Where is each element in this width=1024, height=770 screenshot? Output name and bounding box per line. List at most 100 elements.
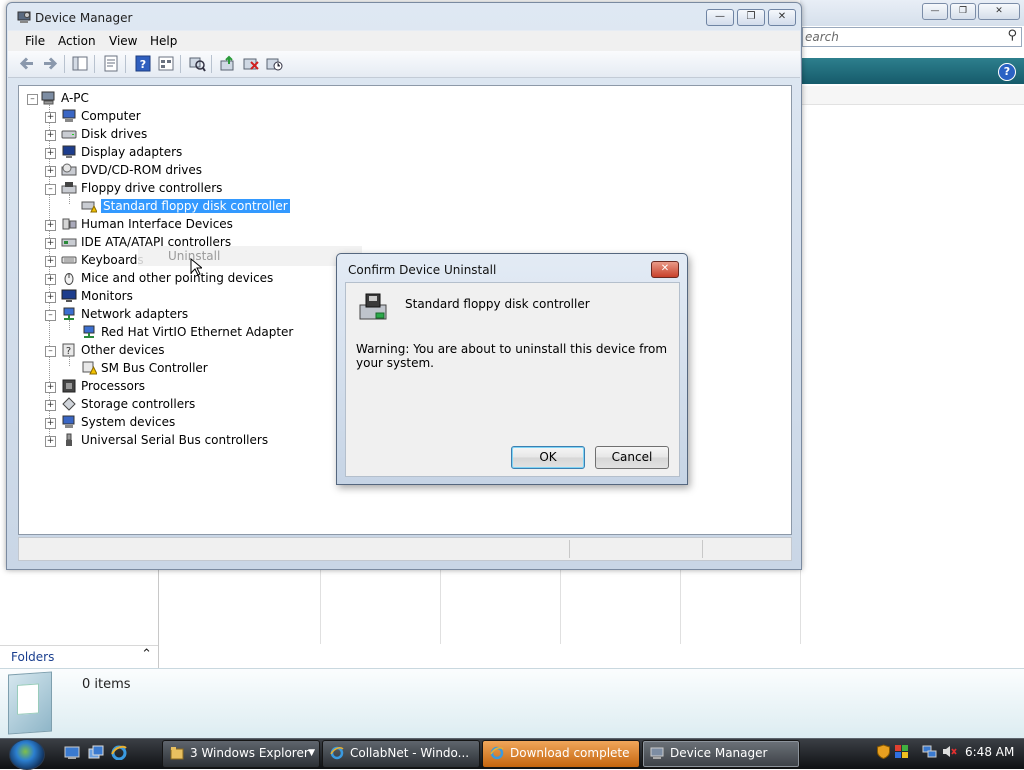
- search-placeholder: earch: [805, 30, 839, 44]
- expand-hid[interactable]: +: [45, 220, 56, 231]
- taskbar-windows-explorer[interactable]: 3 Windows Explorer ▼: [162, 740, 320, 768]
- expand-dvd-drives[interactable]: +: [45, 166, 56, 177]
- expand-disk-drives[interactable]: +: [45, 130, 56, 141]
- expand-display-adapters[interactable]: +: [45, 148, 56, 159]
- help-icon[interactable]: ?: [998, 63, 1016, 81]
- dialog-warning-text: Warning: You are about to uninstall this…: [356, 342, 668, 370]
- monitor-icon: [61, 289, 77, 302]
- expand-processors[interactable]: +: [45, 382, 56, 393]
- cancel-button[interactable]: Cancel: [595, 446, 669, 469]
- tree-item-dvd-drives[interactable]: DVD/CD-ROM drives: [61, 161, 202, 179]
- menu-file[interactable]: File: [25, 34, 45, 48]
- tree-item-display-adapters[interactable]: Display adapters: [61, 143, 182, 161]
- system-clock[interactable]: 6:48 AM: [965, 745, 1014, 759]
- display-adapter-icon: [62, 145, 76, 158]
- collapse-root-expander[interactable]: –: [27, 94, 38, 105]
- show-hide-console-tree-icon[interactable]: [71, 55, 89, 72]
- expand-usb-controllers[interactable]: +: [45, 436, 56, 447]
- tree-item-other-devices[interactable]: ? Other devices: [61, 341, 165, 359]
- dialog-body: Standard floppy disk controller Warning:…: [345, 282, 680, 477]
- minimize-button[interactable]: —: [706, 9, 734, 26]
- expand-computer[interactable]: +: [45, 112, 56, 123]
- floppy-controller-icon: [61, 182, 77, 194]
- properties-icon[interactable]: [102, 55, 120, 72]
- help-book-icon[interactable]: ?: [134, 55, 152, 72]
- network-icon[interactable]: [922, 744, 937, 759]
- tree-item-network-adapters[interactable]: Network adapters: [61, 305, 188, 323]
- taskbar-download-complete[interactable]: Download complete: [482, 740, 640, 768]
- tree-item-keyboards[interactable]: Keyboards: [61, 251, 144, 269]
- collapse-other-devices[interactable]: –: [45, 346, 56, 357]
- collapse-floppy-controllers[interactable]: –: [45, 184, 56, 195]
- tree-item-storage-controllers[interactable]: Storage controllers: [61, 395, 195, 413]
- close-button[interactable]: ✕: [768, 9, 796, 26]
- dialog-close-button[interactable]: ✕: [651, 261, 679, 278]
- update-driver-icon[interactable]: [219, 55, 237, 72]
- device-manager-icon: [650, 747, 664, 759]
- tree-item-label: Disk drives: [81, 127, 148, 141]
- tree-item-monitors[interactable]: Monitors: [61, 287, 133, 305]
- explorer-minimize-button[interactable]: —: [922, 3, 948, 20]
- expand-storage-controllers[interactable]: +: [45, 400, 56, 411]
- security-shield-icon[interactable]: [876, 744, 891, 759]
- context-menu-ghost: Uninstall: [138, 246, 362, 266]
- explorer-search-input[interactable]: earch ⚲: [802, 27, 1022, 47]
- unknown-device-icon: ?: [62, 343, 75, 357]
- tree-item-label: Universal Serial Bus controllers: [81, 433, 269, 447]
- expand-system-devices[interactable]: +: [45, 418, 56, 429]
- collapse-network-adapters[interactable]: –: [45, 310, 56, 321]
- ok-button[interactable]: OK: [511, 446, 585, 469]
- tree-item-label: Computer: [81, 109, 141, 123]
- taskbar-collabnet[interactable]: CollabNet - Windo...: [322, 740, 480, 768]
- folder-icon: [170, 747, 184, 760]
- explorer-maximize-button[interactable]: ❐: [950, 3, 976, 20]
- toolbar: ?: [8, 51, 800, 78]
- tree-item-floppy-controllers[interactable]: Floppy drive controllers: [61, 179, 222, 197]
- internet-explorer-icon[interactable]: [111, 745, 127, 760]
- details-pane: 0 items: [0, 668, 1024, 739]
- expand-ide[interactable]: +: [45, 238, 56, 249]
- windows-update-icon[interactable]: [894, 744, 909, 759]
- taskbar-button-label: 3 Windows Explorer: [190, 746, 309, 760]
- expand-mice[interactable]: +: [45, 274, 56, 285]
- tree-item-standard-floppy-controller[interactable]: Standard floppy disk controller: [81, 197, 291, 215]
- explorer-close-button[interactable]: ✕: [978, 3, 1020, 20]
- tree-item-label: Mice and other pointing devices: [81, 271, 274, 285]
- tree-item-system-devices[interactable]: System devices: [61, 413, 175, 431]
- menu-action[interactable]: Action: [58, 34, 96, 48]
- disable-device-icon[interactable]: [265, 55, 283, 72]
- menu-bar: File Action View Help: [8, 30, 800, 51]
- folders-toggle[interactable]: Folders ⌃: [0, 645, 158, 668]
- search-icon[interactable]: ⚲: [1007, 28, 1017, 43]
- show-desktop-icon[interactable]: [64, 745, 80, 760]
- view-icon[interactable]: [157, 55, 175, 72]
- tree-item-label: Other devices: [81, 343, 165, 357]
- svg-text:?: ?: [140, 58, 146, 71]
- maximize-button[interactable]: ❐: [737, 9, 765, 26]
- back-arrow-icon[interactable]: [18, 55, 36, 72]
- scan-hardware-icon[interactable]: [188, 55, 206, 72]
- dialog-device-name: Standard floppy disk controller: [405, 297, 590, 311]
- forward-arrow-icon[interactable]: [41, 55, 59, 72]
- tree-item-sm-bus-controller[interactable]: SM Bus Controller: [81, 359, 208, 377]
- tree-item-computer[interactable]: Computer: [61, 107, 141, 125]
- volume-muted-icon[interactable]: [942, 744, 957, 759]
- tree-item-hid[interactable]: Human Interface Devices: [61, 215, 233, 233]
- tree-item-usb-controllers[interactable]: Universal Serial Bus controllers: [61, 431, 268, 449]
- expand-keyboards[interactable]: +: [45, 256, 56, 267]
- tree-root-label: A-PC: [61, 91, 89, 105]
- expand-monitors[interactable]: +: [45, 292, 56, 303]
- taskbar-device-manager[interactable]: Device Manager: [642, 740, 800, 768]
- start-button[interactable]: [9, 739, 45, 770]
- uninstall-device-icon[interactable]: [242, 55, 260, 72]
- tree-item-label: Keyboards: [81, 253, 144, 267]
- tree-item-processors[interactable]: Processors: [61, 377, 145, 395]
- tree-item-redhat-virtio-adapter[interactable]: Red Hat VirtIO Ethernet Adapter: [81, 323, 293, 341]
- menu-view[interactable]: View: [109, 34, 137, 48]
- switch-windows-icon[interactable]: [88, 745, 104, 760]
- tree-item-disk-drives[interactable]: Disk drives: [61, 125, 147, 143]
- device-manager-icon: [17, 11, 31, 23]
- menu-help[interactable]: Help: [150, 34, 177, 48]
- tree-item-mice[interactable]: Mice and other pointing devices: [61, 269, 273, 287]
- window-title: Device Manager: [35, 11, 133, 25]
